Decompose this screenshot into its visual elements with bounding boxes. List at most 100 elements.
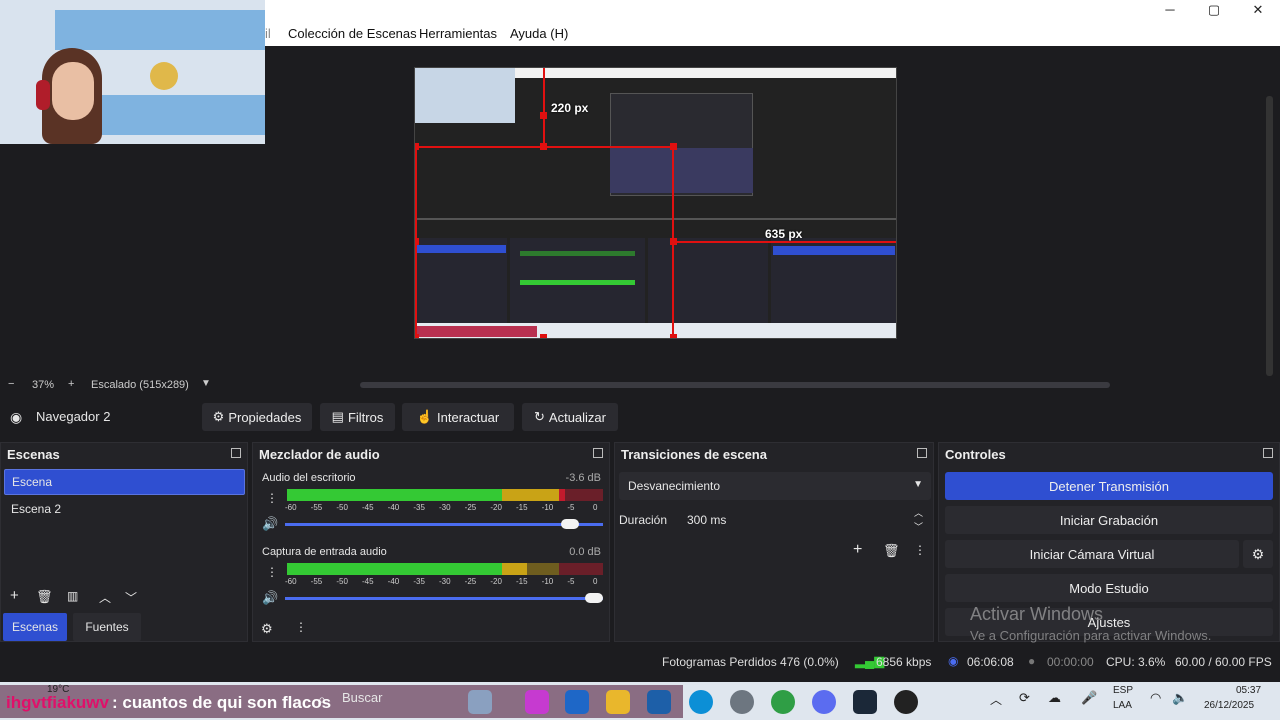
menu-scene-collection[interactable]: Colección de Escenas [288, 26, 417, 41]
resize-handle-l[interactable] [415, 238, 419, 245]
microphone-icon[interactable]: 🎤 [1081, 690, 1097, 706]
add-transition-icon[interactable]: + [853, 541, 862, 559]
meter-tick-label: -5 [567, 577, 575, 586]
discord-icon[interactable] [812, 690, 836, 714]
right-distance-guide [674, 241, 896, 243]
tray-chevron-icon[interactable]: ︿ [990, 691, 1002, 708]
dock-float-icon[interactable] [1263, 448, 1273, 458]
stepper-down-icon[interactable]: ﹀ [914, 520, 923, 533]
kebab-menu-icon[interactable]: ⋮ [266, 565, 278, 579]
speaker-icon[interactable]: 🔊 [262, 590, 278, 606]
track-db: -3.6 dB [565, 472, 601, 484]
start-virtual-camera-button[interactable]: Iniciar Cámara Virtual [945, 540, 1239, 568]
delete-transition-icon[interactable]: 🗑 [883, 543, 900, 559]
zoom-in-button[interactable]: + [68, 378, 74, 390]
obs-icon[interactable] [894, 690, 918, 714]
resize-handle-b[interactable] [540, 334, 547, 338]
scale-mode-select[interactable]: Escalado (515x289) [91, 379, 189, 391]
store-icon[interactable] [647, 690, 671, 714]
scene-item[interactable]: Escena 2 [4, 497, 245, 523]
dock-float-icon[interactable] [593, 448, 603, 458]
close-icon[interactable]: ✕ [1236, 0, 1280, 22]
studio-mode-button[interactable]: Modo Estudio [945, 574, 1273, 602]
stepper-up-icon[interactable]: ︿ [914, 506, 923, 519]
volume-slider-handle[interactable] [561, 519, 579, 529]
file-explorer-icon[interactable] [606, 690, 630, 714]
properties-button[interactable]: ⚙ Propiedades [202, 403, 312, 431]
kebab-menu-icon[interactable]: ⋮ [266, 491, 278, 505]
guide-handle[interactable] [540, 112, 547, 119]
language-code[interactable]: ESP [1113, 685, 1133, 696]
interact-button[interactable]: ☝ Interactuar [402, 403, 514, 431]
preview-canvas[interactable]: 220 px 635 px [414, 67, 897, 339]
volume-slider[interactable] [285, 593, 603, 603]
maximize-icon[interactable]: ▢ [1192, 0, 1236, 22]
taskbar-app-icon[interactable] [468, 690, 492, 714]
tab-scenes[interactable]: Escenas [3, 613, 67, 641]
move-down-icon[interactable]: ﹀ [125, 589, 137, 606]
start-recording-button[interactable]: Iniciar Grabación [945, 506, 1273, 534]
keyboard-layout[interactable]: LAA [1113, 700, 1132, 711]
transition-select[interactable]: Desvanecimiento ▼ [619, 472, 931, 500]
filters-button[interactable]: ▤ Filtros [320, 403, 395, 431]
resize-handle-br[interactable] [670, 334, 677, 338]
speaker-icon[interactable]: 🔊 [262, 516, 278, 532]
meter-tick-label: -45 [362, 503, 374, 512]
search-icon[interactable]: ⌕ [318, 691, 326, 708]
chevron-down-icon[interactable]: ▼ [201, 378, 211, 389]
scene-item-selected[interactable]: Escena [4, 469, 245, 495]
nested-menubar [515, 68, 896, 78]
scenes-title: Escenas [7, 447, 60, 462]
resize-handle-bl[interactable] [415, 334, 419, 338]
dock-float-icon[interactable] [231, 448, 241, 458]
menu-file[interactable]: il [265, 26, 271, 41]
move-up-icon[interactable]: ︿ [99, 589, 111, 606]
preview-hscrollbar[interactable] [360, 382, 1110, 388]
cloud-icon[interactable]: ☁ [1048, 690, 1061, 706]
duration-input[interactable]: 300 ms ︿ ﹀ [673, 506, 931, 534]
scene-filters-icon[interactable]: ▥ [67, 589, 78, 603]
volume-slider-handle[interactable] [585, 593, 603, 603]
steam-icon[interactable] [853, 690, 877, 714]
clock-date[interactable]: 26/12/2025 [1204, 700, 1254, 711]
menu-help[interactable]: Ayuda (H) [510, 26, 568, 41]
stop-stream-button[interactable]: Detener Transmisión [945, 472, 1273, 500]
kebab-menu-icon[interactable]: ⋮ [295, 620, 307, 634]
resize-handle-tr[interactable] [670, 143, 677, 150]
minimize-icon[interactable]: ─ [1148, 0, 1192, 22]
resize-handle-t[interactable] [540, 143, 547, 150]
add-scene-icon[interactable]: + [10, 587, 19, 604]
taskbar-search[interactable]: Buscar [342, 690, 382, 705]
copilot-icon[interactable] [525, 690, 549, 714]
transitions-dock: Transiciones de escena Desvanecimiento ▼… [614, 442, 934, 642]
outlook-icon[interactable] [565, 690, 589, 714]
delete-scene-icon[interactable]: 🗑 [36, 589, 53, 605]
source-selection-box[interactable] [415, 146, 674, 338]
volume-icon[interactable]: 🔈 [1172, 690, 1188, 706]
zoom-out-button[interactable]: − [8, 378, 14, 390]
kebab-menu-icon[interactable]: ⋮ [914, 543, 926, 557]
resize-handle-r[interactable] [670, 238, 677, 245]
sync-icon[interactable]: ⟳ [1019, 690, 1030, 706]
duration-value: 300 ms [687, 513, 727, 527]
flag-stripe-top [55, 10, 265, 50]
dock-float-icon[interactable] [917, 448, 927, 458]
wifi-icon[interactable]: ◠ [1150, 690, 1161, 706]
edge-icon[interactable] [689, 690, 713, 714]
vcam-settings-gear-icon[interactable]: ⚙ [1243, 540, 1273, 568]
settings-icon[interactable] [730, 690, 754, 714]
webcam-overlay [0, 0, 265, 144]
volume-slider[interactable] [285, 519, 603, 529]
menu-tools[interactable]: Herramientas [419, 26, 497, 41]
chrome-icon[interactable] [771, 690, 795, 714]
preview-vscrollbar[interactable] [1266, 96, 1273, 376]
tab-sources[interactable]: Fuentes [73, 613, 141, 641]
width-guide-label: 220 px [551, 101, 589, 115]
clock-time[interactable]: 05:37 [1236, 685, 1261, 696]
resize-handle-tl[interactable] [415, 143, 419, 150]
mixer-settings-icon[interactable]: ⚙ [261, 621, 273, 637]
audio-meter [287, 489, 603, 501]
scene-item-label: Escena [12, 475, 53, 489]
refresh-button[interactable]: ↻ Actualizar [522, 403, 618, 431]
refresh-icon: ↻ [534, 409, 545, 424]
